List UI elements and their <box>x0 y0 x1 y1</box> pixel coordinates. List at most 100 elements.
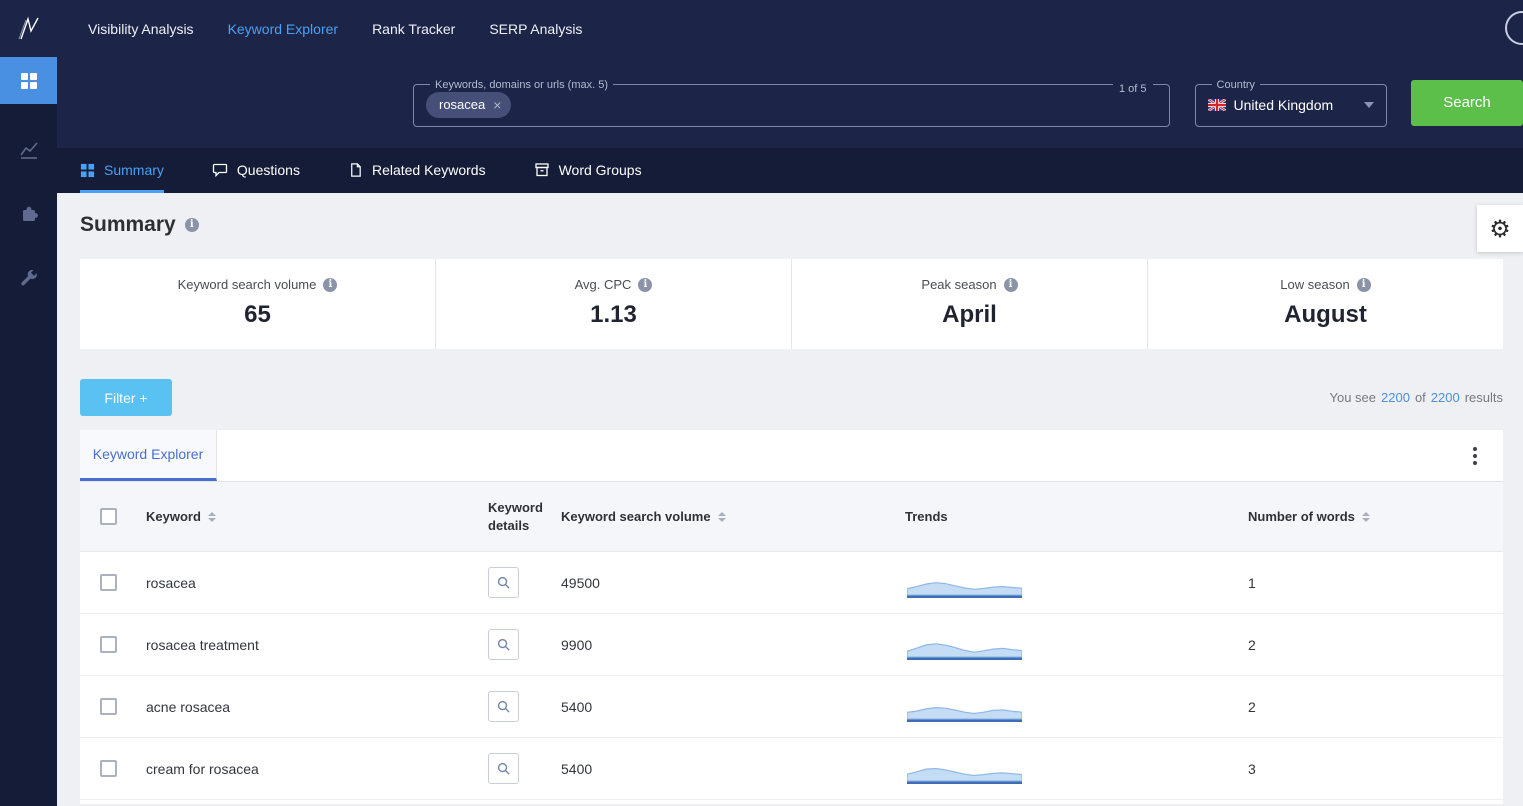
stat-low-season: Low season August <box>1147 259 1503 349</box>
settings-button[interactable]: ⚙ <box>1477 205 1523 252</box>
keyword-details-button[interactable] <box>488 753 519 784</box>
nav-serp-analysis[interactable]: SERP Analysis <box>489 21 582 37</box>
sort-icon[interactable] <box>207 511 216 522</box>
table-tab-keyword-explorer[interactable]: Keyword Explorer <box>80 430 217 481</box>
page-title: Summary <box>80 213 176 236</box>
column-header-trends: Trends <box>905 509 948 524</box>
keyword-details-button[interactable] <box>488 567 519 598</box>
sort-icon[interactable] <box>1361 511 1370 522</box>
keyword-cell: rosacea <box>146 574 196 591</box>
column-header-details: Keyword details <box>488 499 543 533</box>
table-header-row: Keyword Keyword details Keyword search v… <box>80 482 1503 552</box>
info-icon[interactable] <box>1356 277 1371 292</box>
results-shown[interactable]: 2200 <box>1381 390 1410 405</box>
keywords-input[interactable]: Keywords, domains or urls (max. 5) rosac… <box>413 78 1170 127</box>
word-count-cell: 3 <box>1248 760 1256 777</box>
tab-word-groups[interactable]: Word Groups <box>534 148 642 193</box>
table-row: rosacea treatment 9900 2 <box>80 614 1503 676</box>
word-count-cell: 2 <box>1248 698 1256 715</box>
column-header-keyword[interactable]: Keyword <box>146 509 201 524</box>
stat-peak-season: Peak season April <box>791 259 1147 349</box>
stat-value: 1.13 <box>590 301 637 328</box>
row-checkbox[interactable] <box>100 636 117 653</box>
country-select[interactable]: Country United Kingdom <box>1194 78 1387 127</box>
puzzle-icon <box>22 206 38 221</box>
tab-summary-label: Summary <box>104 162 164 178</box>
volume-cell: 9900 <box>561 636 593 653</box>
keywords-input-label: Keywords, domains or urls (max. 5) <box>435 78 608 91</box>
section-tabbar: Summary Questions Related Keywords Word … <box>57 148 1523 193</box>
app-logo[interactable] <box>0 16 57 42</box>
keyword-chip[interactable]: rosacea × <box>426 92 512 118</box>
trend-sparkline <box>907 642 1022 660</box>
info-icon[interactable] <box>638 277 653 292</box>
user-avatar[interactable] <box>1505 11 1523 45</box>
keyword-cell: cream for rosacea <box>146 760 259 777</box>
top-navigation: Visibility Analysis Keyword Explorer Ran… <box>88 21 582 37</box>
chart-icon <box>19 142 38 159</box>
table-row: acne rosacea 5400 2 <box>80 676 1503 738</box>
search-icon <box>497 638 510 651</box>
trend-sparkline <box>907 706 1022 722</box>
volume-cell: 5400 <box>561 760 593 777</box>
table-menu-kebab-icon[interactable] <box>1469 443 1481 469</box>
sidebar <box>0 57 57 806</box>
search-icon <box>497 576 510 589</box>
word-count-cell: 1 <box>1248 574 1256 591</box>
results-total[interactable]: 2200 <box>1431 390 1460 405</box>
select-all-checkbox[interactable] <box>100 508 117 525</box>
table-row: cream for rosacea 5400 3 <box>80 738 1503 800</box>
nav-visibility-analysis[interactable]: Visibility Analysis <box>88 21 194 37</box>
search-icon <box>497 762 510 775</box>
word-groups-box-icon <box>534 163 549 177</box>
stat-value: 65 <box>244 301 271 328</box>
info-icon[interactable] <box>323 277 338 292</box>
tab-questions[interactable]: Questions <box>212 148 300 193</box>
info-icon[interactable] <box>1003 277 1018 292</box>
nav-keyword-explorer[interactable]: Keyword Explorer <box>228 21 339 37</box>
row-checkbox[interactable] <box>100 760 117 777</box>
stat-label: Avg. CPC <box>574 277 632 292</box>
table-row: rosacea 49500 1 <box>80 552 1503 614</box>
chip-remove-icon[interactable]: × <box>493 98 501 112</box>
stat-search-volume: Keyword search volume 65 <box>80 259 435 349</box>
keyword-details-button[interactable] <box>488 629 519 660</box>
column-header-volume[interactable]: Keyword search volume <box>561 509 711 524</box>
filter-button[interactable]: Filter + <box>80 379 172 416</box>
sidebar-item-dashboard[interactable] <box>0 57 57 104</box>
top-bar: Visibility Analysis Keyword Explorer Ran… <box>0 0 1523 57</box>
tab-word-groups-label: Word Groups <box>558 162 642 178</box>
volume-cell: 5400 <box>561 698 593 715</box>
row-checkbox[interactable] <box>100 698 117 715</box>
sidebar-item-tools[interactable] <box>0 260 57 296</box>
word-count-cell: 2 <box>1248 636 1256 653</box>
summary-stats: Keyword search volume 65 Avg. CPC 1.13 P… <box>80 259 1503 349</box>
stat-label: Low season <box>1280 277 1350 292</box>
volume-cell: 49500 <box>561 574 600 591</box>
stat-avg-cpc: Avg. CPC 1.13 <box>435 259 791 349</box>
results-count: You see 2200 of 2200 results <box>1330 390 1504 405</box>
speech-bubble-icon <box>212 163 228 178</box>
dashboard-grid-icon <box>20 72 37 89</box>
sidebar-item-integrations[interactable] <box>0 196 57 232</box>
keyword-details-button[interactable] <box>488 691 519 722</box>
info-icon[interactable] <box>184 218 199 232</box>
nav-rank-tracker[interactable]: Rank Tracker <box>372 21 455 37</box>
country-value: United Kingdom <box>1233 97 1334 113</box>
tab-related-keywords[interactable]: Related Keywords <box>348 148 486 193</box>
stat-value: April <box>942 301 997 328</box>
search-button[interactable]: Search <box>1411 79 1523 126</box>
sort-icon[interactable] <box>717 511 726 522</box>
uk-flag-icon <box>1207 99 1226 111</box>
trend-sparkline <box>907 581 1022 598</box>
tab-related-keywords-label: Related Keywords <box>371 162 486 178</box>
search-row: Keywords, domains or urls (max. 5) rosac… <box>57 57 1523 148</box>
row-checkbox[interactable] <box>100 574 117 591</box>
sidebar-item-analytics[interactable] <box>0 132 57 168</box>
search-icon <box>497 700 510 713</box>
main-content: ⚙ Summary Keyword search volume 65 Avg. … <box>57 193 1523 806</box>
trend-sparkline <box>907 767 1022 784</box>
keyword-cell: rosacea treatment <box>146 636 259 653</box>
tab-summary[interactable]: Summary <box>80 148 164 193</box>
column-header-words[interactable]: Number of words <box>1248 509 1355 524</box>
